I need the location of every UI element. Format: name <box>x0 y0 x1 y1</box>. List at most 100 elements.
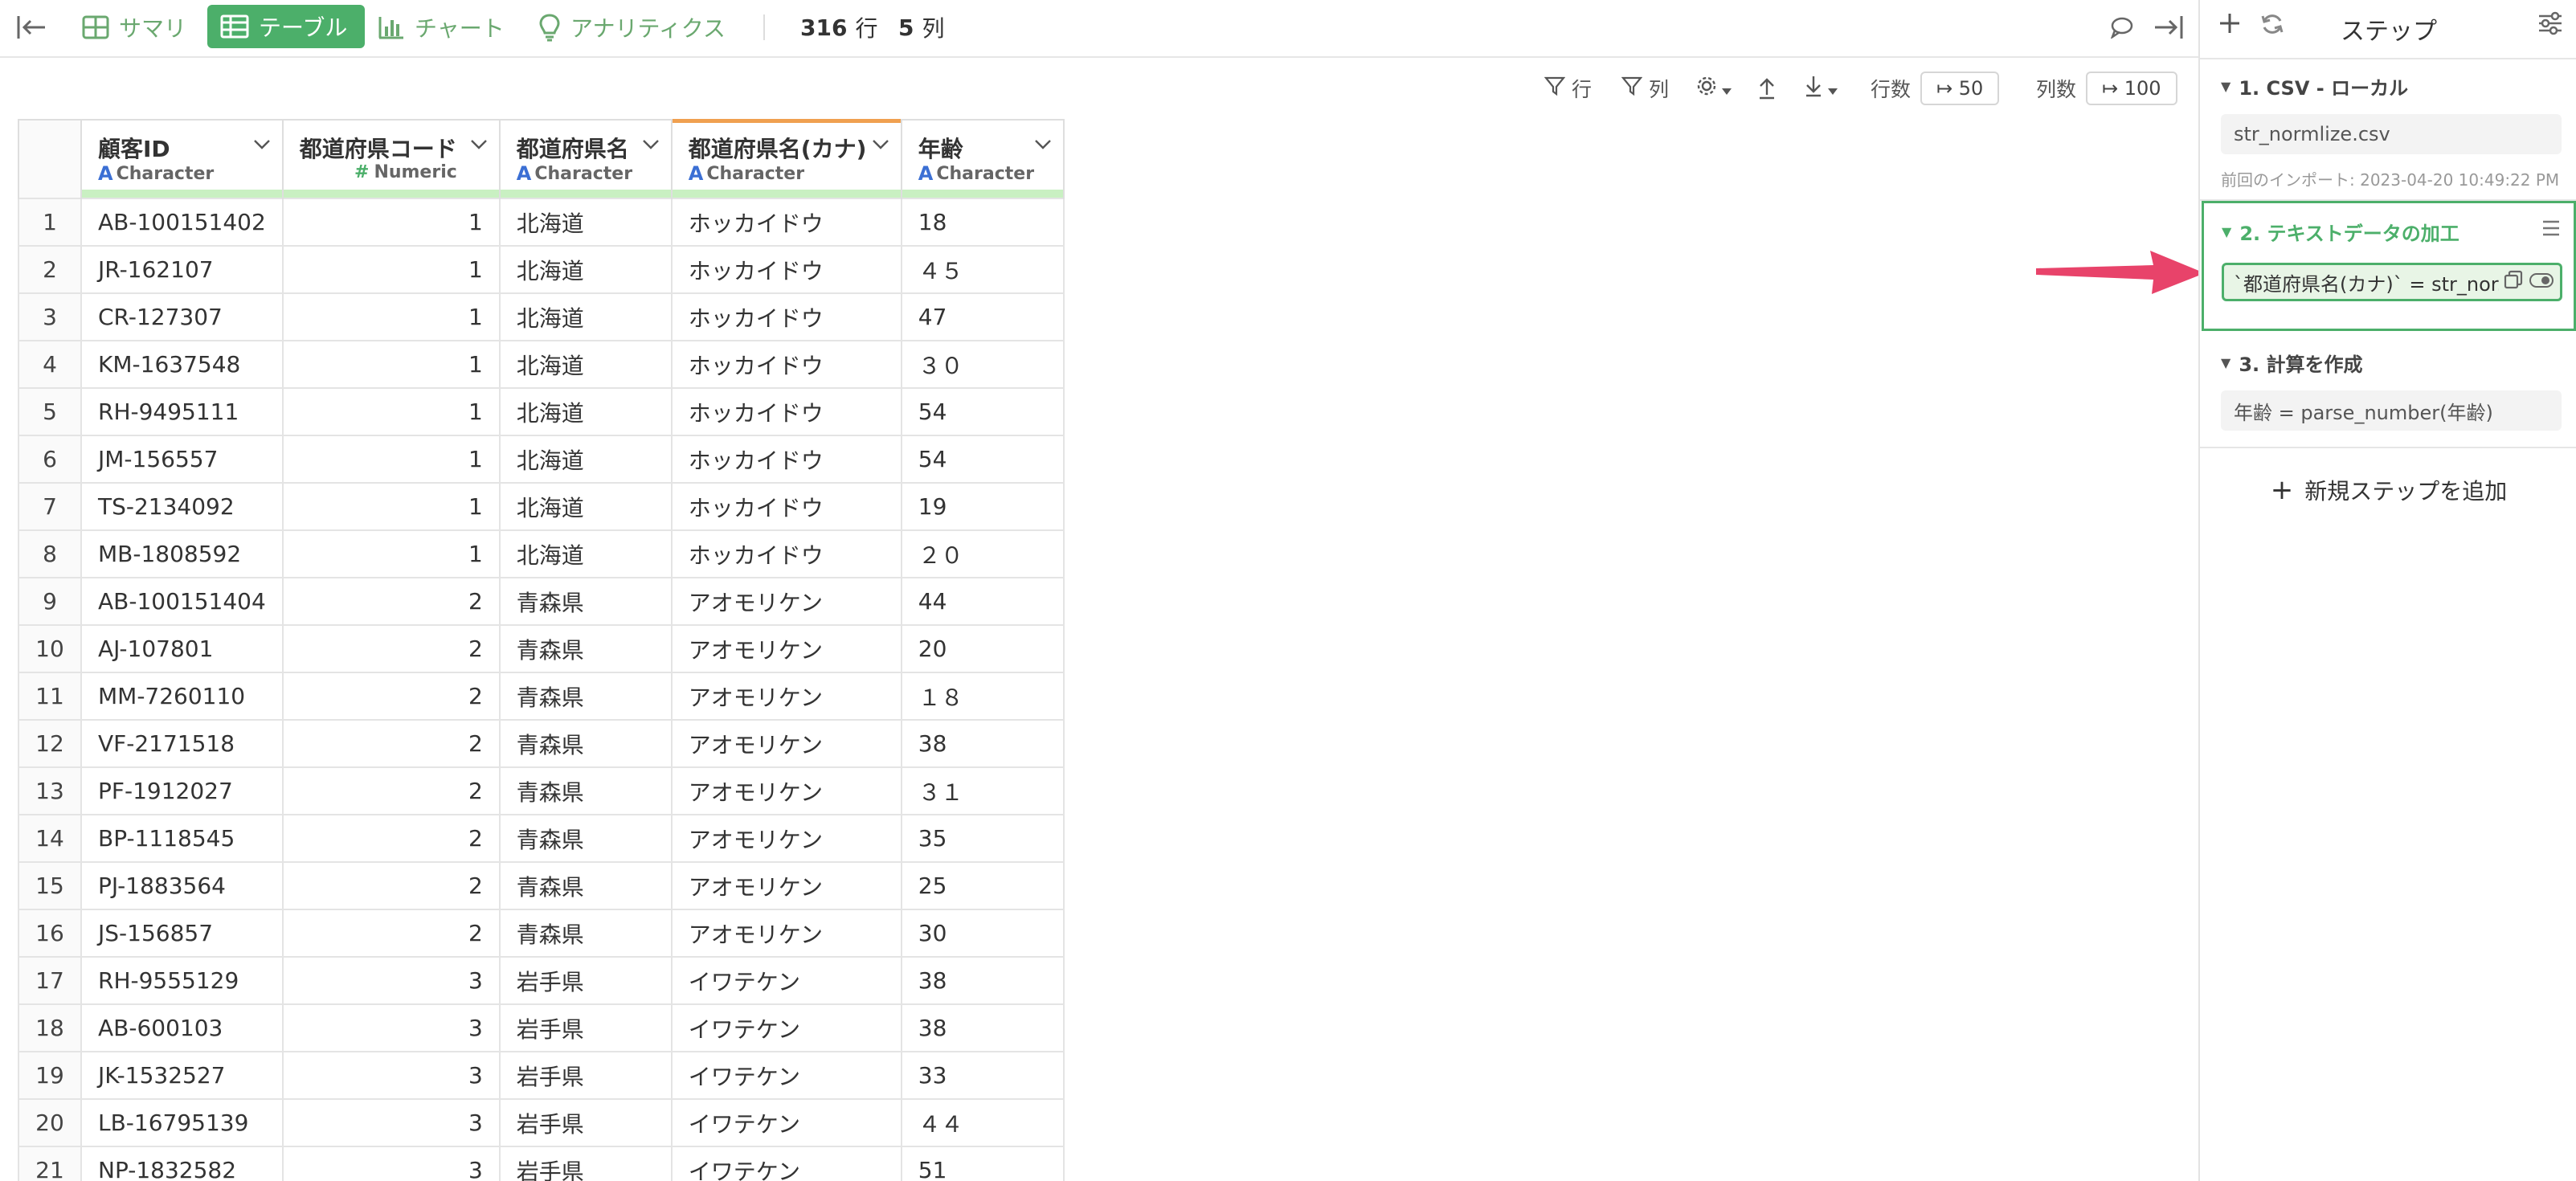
table-cell[interactable]: MB-1808592 <box>80 529 284 578</box>
table-row[interactable]: 1 AB-100151402 1 北海道 ホッカイドウ 18 <box>18 198 1065 247</box>
table-cell[interactable]: 青森県 <box>498 624 673 673</box>
table-cell[interactable]: JS-156857 <box>80 909 284 958</box>
table-cell[interactable]: ホッカイドウ <box>670 387 902 436</box>
add-step-button[interactable]: + 新規ステップを追加 <box>2200 472 2576 508</box>
table-cell[interactable]: 1 <box>281 387 501 436</box>
table-cell[interactable]: 北海道 <box>498 482 673 531</box>
table-cell[interactable]: 岩手県 <box>498 1146 673 1181</box>
table-cell[interactable]: 20 <box>900 624 1065 673</box>
table-cell[interactable]: ホッカイドウ <box>670 245 902 294</box>
column-header[interactable]: 年齢 A Character <box>900 119 1065 198</box>
table-cell[interactable]: 38 <box>900 1003 1065 1052</box>
table-cell[interactable]: 北海道 <box>498 340 673 389</box>
tab-table[interactable]: テーブル <box>207 5 366 48</box>
table-cell[interactable]: 1 <box>281 435 501 484</box>
column-header[interactable]: 都道府県コード # Numeric <box>281 119 501 198</box>
table-cell[interactable]: JK-1532527 <box>80 1051 284 1100</box>
comment-icon[interactable] <box>2110 0 2134 55</box>
table-cell[interactable]: 54 <box>900 387 1065 436</box>
collapse-triangle-icon[interactable]: ▼ <box>2221 79 2230 94</box>
step-2-header[interactable]: ▼ 2. テキストデータの加工 <box>2222 218 2459 246</box>
table-cell[interactable]: 38 <box>900 719 1065 768</box>
table-cell[interactable]: MM-7260110 <box>80 672 284 721</box>
table-cell[interactable]: NP-1832582 <box>80 1146 284 1181</box>
table-cell[interactable]: 2 <box>281 814 501 863</box>
chevron-down-icon[interactable] <box>470 138 488 153</box>
table-cell[interactable]: 青森県 <box>498 672 673 721</box>
table-cell[interactable]: 青森県 <box>498 814 673 863</box>
tab-chart[interactable]: チャート <box>378 0 505 55</box>
table-cell[interactable]: 44 <box>900 577 1065 626</box>
table-cell[interactable]: PJ-1883564 <box>80 861 284 910</box>
table-cell[interactable]: AB-100151404 <box>80 577 284 626</box>
expand-right-icon[interactable] <box>2152 0 2184 55</box>
table-row[interactable]: 15 PJ-1883564 2 青森県 アオモリケン 25 <box>18 861 1065 910</box>
table-row[interactable]: 14 BP-1118545 2 青森県 アオモリケン 35 <box>18 814 1065 863</box>
table-cell[interactable]: ホッカイドウ <box>670 435 902 484</box>
table-cell[interactable]: 青森県 <box>498 909 673 958</box>
table-row[interactable]: 9 AB-100151404 2 青森県 アオモリケン 44 <box>18 577 1065 626</box>
table-cell[interactable]: イワテケン <box>670 1146 902 1181</box>
table-cell[interactable]: 北海道 <box>498 245 673 294</box>
table-cell[interactable]: AB-600103 <box>80 1003 284 1052</box>
step-1-detail[interactable]: str_normlize.csv <box>2221 114 2562 154</box>
table-row[interactable]: 10 AJ-107801 2 青森県 アオモリケン 20 <box>18 624 1065 673</box>
chevron-down-icon[interactable] <box>253 138 271 153</box>
table-row[interactable]: 21 NP-1832582 3 岩手県 イワテケン 51 <box>18 1146 1065 1181</box>
hamburger-menu-icon[interactable] <box>2541 219 2561 240</box>
table-cell[interactable]: 51 <box>900 1146 1065 1181</box>
table-cell[interactable]: ２０ <box>900 529 1065 578</box>
table-row[interactable]: 19 JK-1532527 3 岩手県 イワテケン 33 <box>18 1051 1065 1100</box>
table-cell[interactable]: JM-156557 <box>80 435 284 484</box>
table-cell[interactable]: アオモリケン <box>670 909 902 958</box>
table-cell[interactable]: 38 <box>900 956 1065 1005</box>
table-cell[interactable]: 岩手県 <box>498 1098 673 1147</box>
table-row[interactable]: 20 LB-16795139 3 岩手県 イワテケン ４４ <box>18 1098 1065 1147</box>
table-cell[interactable]: AB-100151402 <box>80 198 284 247</box>
table-cell[interactable]: ４４ <box>900 1098 1065 1147</box>
table-cell[interactable]: イワテケン <box>670 1003 902 1052</box>
table-cell[interactable]: 33 <box>900 1051 1065 1100</box>
table-cell[interactable]: RH-9555129 <box>80 956 284 1005</box>
table-row[interactable]: 6 JM-156557 1 北海道 ホッカイドウ 54 <box>18 435 1065 484</box>
table-row[interactable]: 16 JS-156857 2 青森県 アオモリケン 30 <box>18 909 1065 958</box>
table-cell[interactable]: 19 <box>900 482 1065 531</box>
toggle-icon[interactable] <box>2529 271 2554 293</box>
table-cell[interactable]: 2 <box>281 861 501 910</box>
columns-limit-input[interactable]: ↦ 100 <box>2086 72 2177 105</box>
table-cell[interactable]: 2 <box>281 909 501 958</box>
chevron-down-icon[interactable] <box>642 138 660 153</box>
table-cell[interactable]: イワテケン <box>670 956 902 1005</box>
column-header[interactable]: 顧客ID A Character <box>80 119 284 198</box>
table-cell[interactable]: 北海道 <box>498 435 673 484</box>
table-cell[interactable]: ホッカイドウ <box>670 292 902 341</box>
table-cell[interactable]: ホッカイドウ <box>670 529 902 578</box>
table-cell[interactable]: 2 <box>281 624 501 673</box>
table-cell[interactable]: 岩手県 <box>498 956 673 1005</box>
table-cell[interactable]: JR-162107 <box>80 245 284 294</box>
table-cell[interactable]: 3 <box>281 956 501 1005</box>
collapse-triangle-icon[interactable]: ▼ <box>2222 224 2231 239</box>
table-cell[interactable]: 岩手県 <box>498 1051 673 1100</box>
table-cell[interactable]: 47 <box>900 292 1065 341</box>
table-cell[interactable]: アオモリケン <box>670 672 902 721</box>
column-filter-button[interactable]: 列 <box>1621 69 1669 108</box>
table-cell[interactable]: 3 <box>281 1146 501 1181</box>
step-2-card[interactable]: ▼ 2. テキストデータの加工 `都道府県名(カナ)` = str_nor... <box>2202 201 2576 331</box>
table-row[interactable]: 8 MB-1808592 1 北海道 ホッカイドウ ２０ <box>18 529 1065 578</box>
column-header-selected[interactable]: 都道府県名(カナ) A Character <box>670 119 902 198</box>
table-cell[interactable]: 3 <box>281 1003 501 1052</box>
table-cell[interactable]: VF-2171518 <box>80 719 284 768</box>
column-header[interactable]: 都道府県名 A Character <box>498 119 673 198</box>
table-cell[interactable]: 2 <box>281 766 501 815</box>
table-cell[interactable]: ホッカイドウ <box>670 198 902 247</box>
table-cell[interactable]: PF-1912027 <box>80 766 284 815</box>
table-cell[interactable]: 1 <box>281 245 501 294</box>
table-cell[interactable]: 北海道 <box>498 292 673 341</box>
table-cell[interactable]: CR-127307 <box>80 292 284 341</box>
table-cell[interactable]: 35 <box>900 814 1065 863</box>
table-cell[interactable]: 青森県 <box>498 577 673 626</box>
chevron-down-icon[interactable] <box>872 138 889 153</box>
table-row[interactable]: 11 MM-7260110 2 青森県 アオモリケン １８ <box>18 672 1065 721</box>
table-cell[interactable]: 北海道 <box>498 387 673 436</box>
